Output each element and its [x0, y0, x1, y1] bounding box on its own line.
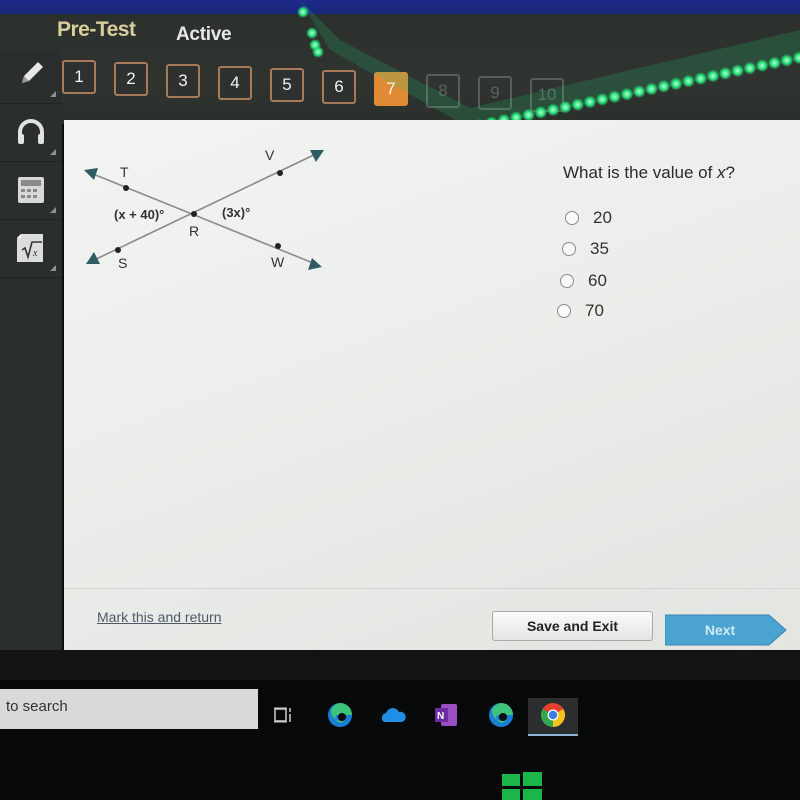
label-V: V — [265, 147, 275, 163]
tool-menu-corner — [50, 265, 56, 271]
formula-icon: x — [15, 232, 47, 269]
question-button-10[interactable]: 10 — [530, 78, 564, 112]
calculator-icon — [16, 175, 46, 210]
edge-icon[interactable] — [327, 702, 353, 728]
option-label: 60 — [588, 271, 607, 290]
task-view-icon[interactable] — [270, 702, 296, 728]
tool-menu-corner — [50, 149, 56, 155]
arrow-head-W — [308, 258, 322, 270]
question-button-3[interactable]: 3 — [166, 64, 200, 98]
next-button[interactable]: Next — [665, 614, 787, 646]
answer-option-4[interactable]: 70 — [557, 301, 604, 321]
question-variable: x — [717, 163, 726, 182]
arrow-head-T — [84, 168, 98, 180]
footer-divider — [64, 588, 800, 589]
headphones-icon — [14, 117, 48, 152]
radio-button[interactable] — [562, 242, 576, 256]
point-S — [115, 247, 121, 253]
option-label: 70 — [585, 301, 604, 320]
question-text: What is the value of x? — [563, 163, 735, 183]
edge-icon-2[interactable] — [488, 702, 514, 728]
question-button-1[interactable]: 1 — [62, 60, 96, 94]
option-label: 20 — [593, 208, 612, 227]
answer-option-3[interactable]: 60 — [560, 271, 607, 291]
formula-tool[interactable]: x — [0, 224, 62, 278]
label-S: S — [118, 255, 127, 271]
test-status: Active — [176, 24, 232, 45]
option-label: 35 — [590, 239, 609, 258]
pencil-icon — [14, 57, 48, 96]
pencil-tool[interactable] — [0, 50, 62, 104]
tool-menu-corner — [50, 91, 56, 97]
save-and-exit-button[interactable]: Save and Exit — [492, 611, 653, 641]
onedrive-icon[interactable] — [380, 702, 406, 728]
question-button-5[interactable]: 5 — [270, 68, 304, 102]
label-W: W — [271, 254, 285, 270]
taskbar-search-text: to search — [6, 698, 68, 715]
question-button-6[interactable]: 6 — [322, 70, 356, 104]
point-R — [191, 211, 197, 217]
svg-text:N: N — [437, 711, 444, 722]
tool-menu-corner — [50, 207, 56, 213]
angle-label-left: (x + 40)° — [114, 207, 164, 222]
point-T — [123, 185, 129, 191]
point-W — [275, 243, 281, 249]
question-suffix: ? — [725, 163, 735, 182]
question-button-4[interactable]: 4 — [218, 66, 252, 100]
question-button-9[interactable]: 9 — [478, 76, 512, 110]
audio-tool[interactable] — [0, 108, 62, 162]
onenote-icon[interactable]: N — [433, 702, 459, 728]
radio-button[interactable] — [560, 274, 574, 288]
radio-button[interactable] — [557, 304, 571, 318]
point-V — [277, 170, 283, 176]
question-button-8[interactable]: 8 — [426, 74, 460, 108]
calculator-tool[interactable] — [0, 166, 62, 220]
intersecting-lines-diagram: T V R S W (x + 40)° (3x)° — [84, 147, 324, 271]
chrome-icon[interactable] — [540, 702, 566, 728]
svg-text:x: x — [32, 248, 38, 259]
question-button-2[interactable]: 2 — [114, 62, 148, 96]
windows-logo-icon — [502, 772, 542, 800]
radio-button[interactable] — [565, 211, 579, 225]
label-R: R — [189, 223, 199, 239]
answer-option-1[interactable]: 20 — [565, 208, 612, 228]
mark-and-return-link[interactable]: Mark this and return — [97, 609, 222, 625]
angle-label-right: (3x)° — [222, 205, 250, 220]
answer-option-2[interactable]: 35 — [562, 239, 609, 259]
tools-sidebar: x — [0, 50, 62, 650]
test-title: Pre-Test — [57, 18, 136, 41]
next-label: Next — [704, 622, 736, 638]
label-T: T — [120, 164, 129, 180]
question-button-7-current[interactable]: 7 — [374, 72, 408, 106]
question-prefix: What is the value of — [563, 163, 718, 182]
